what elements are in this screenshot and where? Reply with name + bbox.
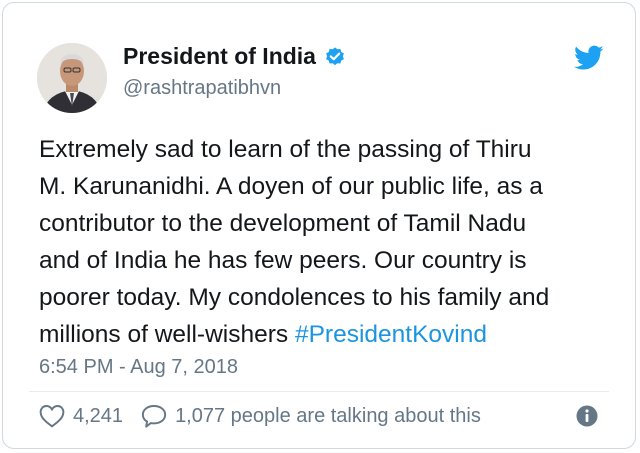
info-icon[interactable] xyxy=(575,404,599,428)
tweet-line: Extremely sad to learn of the passing of… xyxy=(39,136,532,163)
tweet-line-last: millions of well-wishers #PresidentKovin… xyxy=(39,316,619,353)
tweet-line: poorer today. My condolences to his fami… xyxy=(39,284,550,311)
engagement-bar: 4,241 1,077 people are talking about thi… xyxy=(39,401,599,431)
author-name[interactable]: President of India xyxy=(123,43,316,70)
tweet-line: contributor to the development of Tamil … xyxy=(39,210,527,237)
heart-icon xyxy=(39,405,65,428)
tweet-timestamp[interactable]: 6:54 PM - Aug 7, 2018 xyxy=(39,356,238,379)
speech-bubble-icon xyxy=(141,405,167,428)
tweet-line: and of India he has few peers. Our count… xyxy=(39,247,527,274)
hashtag-link[interactable]: #PresidentKovind xyxy=(295,321,487,348)
author-handle[interactable]: @rashtrapatibhvn xyxy=(123,77,281,100)
reply-button[interactable]: 1,077 people are talking about this xyxy=(141,404,481,428)
author-name-row[interactable]: President of India xyxy=(123,43,346,70)
avatar[interactable] xyxy=(37,43,107,113)
like-count: 4,241 xyxy=(73,404,124,427)
verified-badge-icon xyxy=(326,46,344,65)
tweet-text: Extremely sad to learn of the passing of… xyxy=(39,131,619,353)
tweet-line: millions of well-wishers xyxy=(39,321,295,348)
divider xyxy=(29,391,609,392)
twitter-bird-icon[interactable] xyxy=(574,45,604,71)
talking-count: 1,077 people are talking about this xyxy=(175,404,481,427)
tweet-card: President of India @rashtrapatibhvn Extr… xyxy=(2,2,636,449)
tweet-line: M. Karunanidhi. A doyen of our public li… xyxy=(39,173,543,200)
like-button[interactable]: 4,241 xyxy=(39,404,123,428)
